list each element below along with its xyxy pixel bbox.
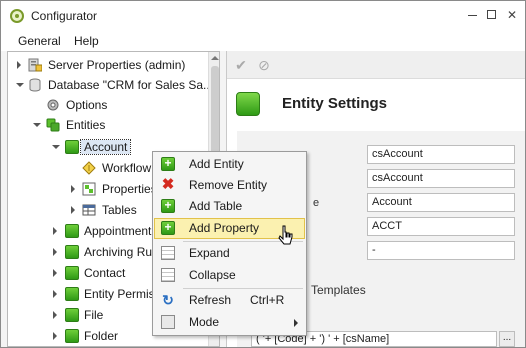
- tree-item-label: Options: [66, 98, 108, 112]
- collapse-arrow-icon[interactable]: [33, 121, 41, 128]
- expand-arrow-icon[interactable]: [52, 269, 59, 277]
- tree-item-label: Properties: [102, 182, 157, 196]
- menu-item-label: Add Table: [189, 199, 243, 213]
- menu-item-remove-entity[interactable]: ✖ Remove Entity: [154, 175, 305, 196]
- expand-arrow-icon[interactable]: [52, 290, 59, 298]
- cancel-button[interactable]: ⊘: [256, 57, 272, 73]
- menu-bar: General Help: [1, 31, 525, 51]
- workflow-icon: [82, 161, 96, 175]
- title-bar: Configurator ✕: [1, 1, 525, 31]
- tree-item-label: Entities: [66, 118, 106, 132]
- prefix-field[interactable]: ACCT: [367, 217, 515, 236]
- menu-general[interactable]: General: [18, 34, 61, 48]
- mode-icon: [161, 315, 175, 329]
- menu-item-shortcut: Ctrl+R: [250, 293, 285, 307]
- templates-label: Templates: [311, 283, 366, 297]
- cancel-icon: ⊘: [258, 57, 270, 73]
- collapse-icon: [161, 268, 175, 282]
- maximize-button[interactable]: [483, 7, 501, 23]
- entity-icon: [65, 308, 79, 322]
- menu-item-label: Remove Entity: [189, 178, 268, 192]
- separator-field[interactable]: -: [367, 241, 515, 260]
- tree-item-entities[interactable]: Entities: [8, 115, 204, 135]
- configurator-window: Configurator ✕ General Help Server Prope…: [0, 0, 526, 348]
- expand-arrow-icon[interactable]: [52, 311, 59, 319]
- display-name-field[interactable]: Account: [367, 193, 515, 212]
- server-icon: [28, 58, 43, 72]
- tree-item-label: Account: [79, 139, 132, 155]
- settings-toolbar: ✔ ⊘: [227, 51, 525, 79]
- settings-title: Entity Settings: [282, 95, 388, 112]
- expand-arrow-icon[interactable]: [70, 206, 77, 214]
- entity-icon: [65, 140, 79, 154]
- entity-icon: [65, 224, 79, 238]
- menu-item-label: Add Property: [189, 221, 260, 235]
- expand-arrow-icon[interactable]: [52, 332, 59, 340]
- tree-item-label: File: [84, 308, 104, 322]
- expand-arrow-icon[interactable]: [52, 227, 59, 235]
- expand-icon: [161, 246, 175, 260]
- tree-item-database[interactable]: Database "CRM for Sales Sa...: [8, 75, 213, 95]
- scroll-up-arrow-icon[interactable]: [211, 56, 219, 60]
- expand-arrow-icon[interactable]: [52, 248, 59, 256]
- entities-icon: [46, 118, 60, 132]
- collapse-arrow-icon[interactable]: [16, 81, 24, 88]
- tree-item-label: Archiving Rule: [84, 245, 162, 259]
- menu-separator: [183, 288, 303, 289]
- window-title: Configurator: [31, 9, 98, 23]
- menu-item-label: Refresh: [189, 293, 232, 307]
- table-name-field[interactable]: csAccount: [367, 169, 515, 188]
- properties-icon: [82, 182, 96, 196]
- template-browse-button[interactable]: ...: [499, 331, 515, 347]
- remove-x-icon: ✖: [161, 176, 175, 193]
- apply-button[interactable]: ✔: [233, 57, 249, 73]
- menu-item-label: Mode: [189, 315, 220, 329]
- menu-item-add-table[interactable]: + Add Table: [154, 196, 305, 217]
- app-icon: [10, 9, 24, 23]
- tree-item-label: Folder: [84, 329, 119, 343]
- tree-item-label: Contact: [84, 266, 126, 280]
- check-icon: ✔: [235, 57, 247, 73]
- mouse-pointer-icon: [278, 225, 293, 245]
- refresh-icon: ↻: [162, 292, 174, 308]
- tree-item-options[interactable]: Options: [8, 95, 204, 115]
- tree-item-label: Tables: [102, 203, 137, 217]
- table-icon: [82, 203, 96, 217]
- menu-item-mode[interactable]: Mode: [154, 312, 305, 333]
- expand-arrow-icon[interactable]: [16, 61, 23, 69]
- tree-item-label: Database "CRM for Sales Sa...: [48, 78, 213, 92]
- entity-icon: [65, 329, 79, 343]
- minimize-button[interactable]: [464, 7, 482, 23]
- maximize-icon: [487, 10, 496, 19]
- entity-icon: [65, 287, 79, 301]
- tree-item-label: Appointment: [84, 224, 152, 238]
- menu-item-refresh[interactable]: ↻ Refresh Ctrl+R: [154, 290, 305, 311]
- menu-item-add-entity[interactable]: + Add Entity: [154, 154, 305, 175]
- menu-item-label: Expand: [189, 246, 230, 260]
- submenu-arrow-icon: [294, 319, 298, 327]
- menu-item-label: Add Entity: [189, 157, 244, 171]
- entity-settings-icon: [236, 92, 260, 116]
- plus-icon: +: [161, 157, 175, 171]
- entity-icon: [65, 266, 79, 280]
- field-label-partial: e: [313, 197, 320, 209]
- close-icon: ✕: [506, 8, 518, 22]
- menu-item-label: Collapse: [189, 268, 236, 282]
- settings-header: Entity Settings: [227, 79, 525, 129]
- plus-icon: +: [161, 199, 175, 213]
- menu-help[interactable]: Help: [74, 34, 99, 48]
- minimize-icon: [468, 15, 477, 16]
- menu-item-collapse[interactable]: Collapse: [154, 265, 305, 286]
- database-icon: [28, 78, 42, 92]
- collapse-arrow-icon[interactable]: [52, 143, 60, 150]
- tree-item-label: Workflow: [102, 161, 152, 175]
- tree-item-server-properties[interactable]: Server Properties (admin): [8, 55, 204, 75]
- gear-icon: [46, 98, 60, 112]
- plus-icon: +: [161, 221, 175, 235]
- close-button[interactable]: ✕: [503, 7, 521, 23]
- tree-item-label: Server Properties (admin): [48, 58, 186, 72]
- expand-arrow-icon[interactable]: [70, 185, 77, 193]
- name-field[interactable]: csAccount: [367, 145, 515, 164]
- entity-icon: [65, 245, 79, 259]
